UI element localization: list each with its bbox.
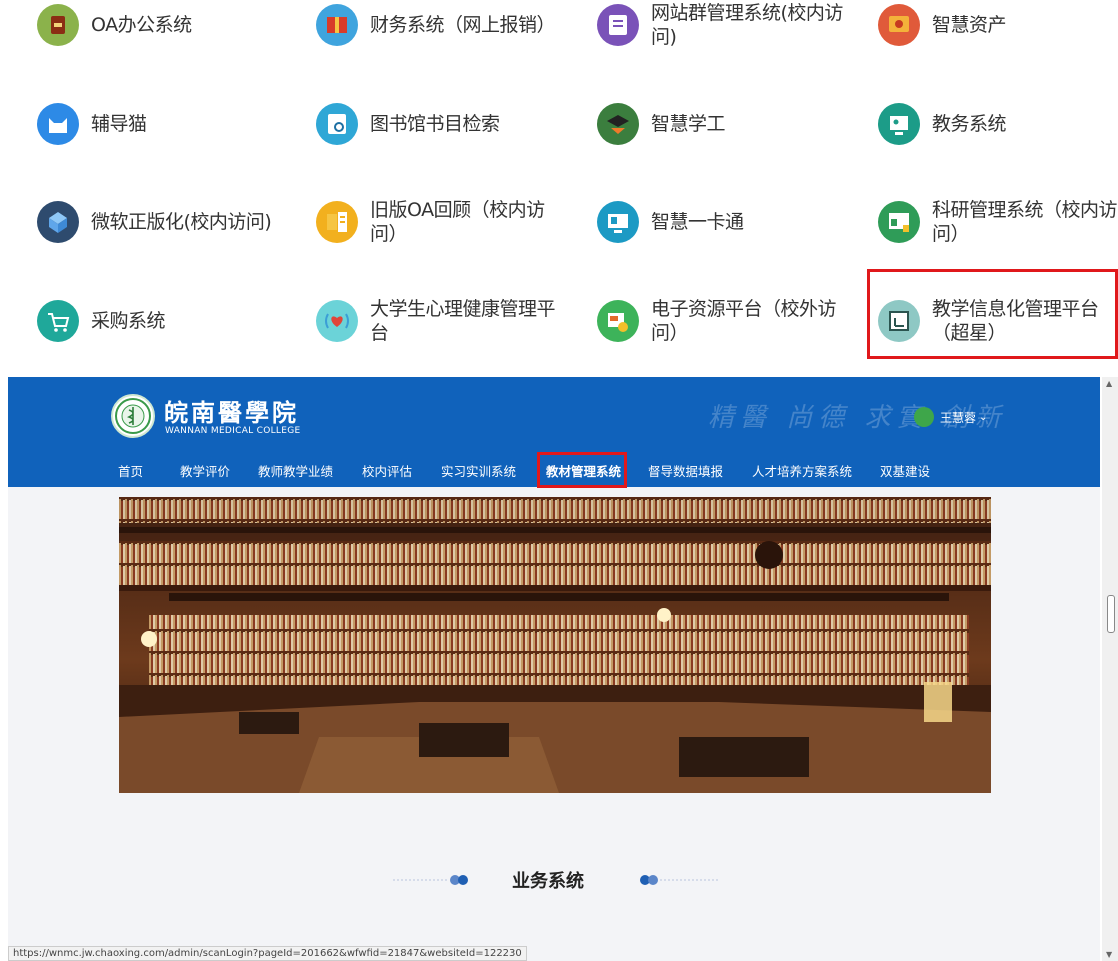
decor-dots-left-icon (393, 875, 468, 885)
app-tile[interactable]: OA办公系统 (37, 0, 192, 60)
app-highlight-box (867, 269, 1118, 359)
legacy-oa-icon (316, 201, 358, 243)
app-label: 电子资源平台（校外访问） (651, 298, 837, 344)
app-tile[interactable]: 辅导猫 (37, 89, 147, 159)
smart-assets-icon (878, 4, 920, 46)
user-menu[interactable]: 王慧蓉 ⌄ (914, 407, 987, 427)
nav-item[interactable]: 首页 (118, 459, 143, 485)
app-tile[interactable]: 图书馆书目检索 (316, 89, 500, 159)
status-url: https://wnmc.jw.chaoxing.com/admin/scanL… (8, 946, 527, 961)
app-tile[interactable]: 微软正版化(校内访问) (37, 187, 272, 257)
nav-item[interactable]: 教师教学业绩 (258, 459, 333, 485)
app-label: 财务系统（网上报销） (370, 14, 556, 36)
app-label: OA办公系统 (91, 14, 192, 36)
website-cluster-icon (597, 4, 639, 46)
avatar (914, 407, 934, 427)
app-label: 辅导猫 (91, 113, 147, 135)
smart-card-icon (597, 201, 639, 243)
nav-item[interactable]: 校内评估 (362, 459, 412, 485)
nav-highlight-box (537, 452, 627, 488)
microsoft-license-icon (37, 201, 79, 243)
college-name-cn: 皖南醫學院 (164, 398, 299, 427)
college-seal-logo[interactable] (111, 394, 155, 438)
library-photo (119, 497, 991, 793)
scroll-up-icon[interactable]: ▲ (1106, 379, 1112, 388)
app-tile[interactable]: 财务系统（网上报销） (316, 0, 556, 60)
nav-item[interactable]: 双基建设 (880, 459, 930, 485)
app-tile[interactable]: 教务系统 (878, 89, 1007, 159)
nav-item[interactable]: 教学评价 (180, 459, 230, 485)
app-label: 智慧学工 (651, 113, 726, 135)
app-label: 网站群管理系统(校内访问) (651, 2, 843, 48)
nav-item[interactable]: 督导数据填报 (648, 459, 723, 485)
mental-health-icon (316, 300, 358, 342)
app-tile[interactable]: 智慧一卡通 (597, 187, 744, 257)
oa-office-icon (37, 4, 79, 46)
decor-dots-right-icon (640, 875, 718, 885)
app-label: 旧版OA回顾（校内访问） (370, 199, 545, 245)
finance-icon (316, 4, 358, 46)
app-label: 智慧一卡通 (651, 211, 744, 233)
banner-carousel[interactable] (119, 497, 991, 793)
app-label: 智慧资产 (932, 14, 1007, 36)
research-management-icon (878, 201, 920, 243)
app-label: 大学生心理健康管理平台 (370, 298, 556, 344)
app-tile[interactable]: 大学生心理健康管理平台 (316, 286, 570, 356)
app-tile[interactable]: 科研管理系统（校内访问） (878, 187, 1118, 257)
tutor-cat-icon (37, 103, 79, 145)
scroll-down-icon[interactable]: ▼ (1106, 950, 1112, 959)
smart-student-affairs-icon (597, 103, 639, 145)
app-label: 教务系统 (932, 113, 1007, 135)
app-label: 图书馆书目检索 (370, 113, 500, 135)
app-tile[interactable]: 旧版OA回顾（校内访问） (316, 187, 570, 257)
procurement-icon (37, 300, 79, 342)
app-tile[interactable]: 采购系统 (37, 286, 166, 356)
academic-affairs-icon (878, 103, 920, 145)
e-resources-icon (597, 300, 639, 342)
app-label: 微软正版化(校内访问) (91, 211, 272, 233)
library-search-icon (316, 103, 358, 145)
college-name-en: WANNAN MEDICAL COLLEGE (165, 426, 301, 436)
app-tile[interactable]: 网站群管理系统(校内访问) (597, 0, 851, 60)
app-tile[interactable]: 智慧学工 (597, 89, 726, 159)
app-tile[interactable]: 电子资源平台（校外访问） (597, 286, 851, 356)
app-tile[interactable]: 智慧资产 (878, 0, 1007, 60)
app-label: 科研管理系统（校内访问） (932, 199, 1118, 245)
page-scrollbar[interactable]: ▲ ▼ (1102, 377, 1118, 961)
chevron-down-icon: ⌄ (979, 411, 988, 423)
scroll-thumb[interactable] (1107, 595, 1115, 633)
business-systems-section: 业务系统 (8, 867, 1100, 897)
section-title: 业务系统 (512, 871, 584, 892)
nav-item[interactable]: 实习实训系统 (441, 459, 516, 485)
app-label: 采购系统 (91, 310, 166, 332)
nav-item[interactable]: 人才培养方案系统 (752, 459, 852, 485)
user-name: 王慧蓉 (940, 410, 977, 425)
